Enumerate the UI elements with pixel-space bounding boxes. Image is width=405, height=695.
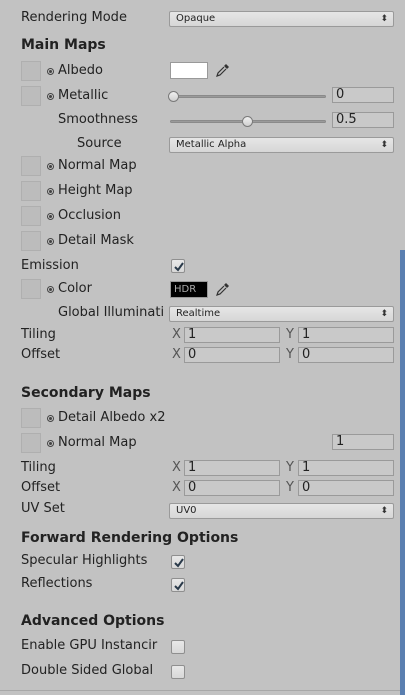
detail-albedo-picker-icon[interactable] [47,415,54,422]
rendering-mode-dropdown[interactable]: Opaque ⬍ [169,11,394,27]
gpu-instancing-checkbox[interactable] [171,640,185,654]
height-map-label: Height Map [58,183,133,198]
color-label: Color [58,281,92,296]
normal-map-picker-icon[interactable] [47,163,54,170]
secondary-normal-map-scale-field[interactable]: 1 [332,434,394,450]
double-sided-gi-label: Double Sided Global [21,663,154,678]
emission-label: Emission [21,258,79,273]
specular-highlights-label: Specular Highlights [21,553,148,568]
detail-mask-picker-icon[interactable] [47,238,54,245]
metallic-slider-track[interactable] [170,95,326,98]
offset-x-axis-label: X [172,347,181,362]
secondary-tiling-y-field[interactable]: 1 [298,460,394,476]
secondary-tiling-x-axis-label: X [172,460,181,475]
tiling-x-field[interactable]: 1 [184,327,280,343]
smoothness-slider-thumb[interactable] [242,116,253,127]
secondary-normal-map-texture-slot[interactable] [21,433,41,453]
source-label: Source [77,136,122,151]
tiling-y-axis-label: Y [286,327,294,342]
smoothness-label: Smoothness [58,112,138,127]
tiling-label: Tiling [21,327,56,342]
checkmark-icon [174,262,184,272]
albedo-texture-slot[interactable] [21,61,41,81]
height-map-picker-icon[interactable] [47,188,54,195]
secondary-offset-y-axis-label: Y [286,480,294,495]
occlusion-label: Occlusion [58,208,121,223]
dropdown-arrow-icon: ⬍ [380,309,388,319]
source-dropdown[interactable]: Metallic Alpha ⬍ [169,137,394,153]
detail-mask-label: Detail Mask [58,233,134,248]
albedo-picker-icon[interactable] [47,68,54,75]
source-value: Metallic Alpha [176,139,247,150]
uv-set-label: UV Set [21,501,65,516]
dropdown-arrow-icon: ⬍ [380,14,388,24]
detail-albedo-label: Detail Albedo x2 [58,410,166,425]
secondary-offset-label: Offset [21,480,61,495]
offset-label: Offset [21,347,61,362]
secondary-tiling-label: Tiling [21,460,56,475]
rendering-mode-label: Rendering Mode [21,10,127,25]
emission-checkbox[interactable] [171,259,185,273]
advanced-options-heading: Advanced Options [21,613,165,629]
hdr-label: HDR [174,284,197,295]
metallic-picker-icon[interactable] [47,93,54,100]
height-map-texture-slot[interactable] [21,181,41,201]
checkmark-icon [174,558,184,568]
metallic-label: Metallic [58,88,109,103]
albedo-color-swatch[interactable] [170,62,208,79]
emission-color-swatch[interactable]: HDR [170,281,208,298]
eyedropper-icon[interactable] [215,281,231,297]
uv-set-dropdown[interactable]: UV0 ⬍ [169,503,394,519]
detail-mask-texture-slot[interactable] [21,231,41,251]
uv-set-value: UV0 [176,505,197,516]
secondary-tiling-x-field[interactable]: 1 [184,460,280,476]
color-picker-icon[interactable] [47,286,54,293]
secondary-maps-heading: Secondary Maps [21,385,151,401]
dropdown-arrow-icon: ⬍ [380,506,388,516]
gpu-instancing-label: Enable GPU Instancir [21,638,158,653]
specular-highlights-checkbox[interactable] [171,555,185,569]
secondary-offset-x-axis-label: X [172,480,181,495]
albedo-label: Albedo [58,63,103,78]
secondary-tiling-y-axis-label: Y [286,460,294,475]
bottom-divider [0,690,405,691]
double-sided-gi-checkbox[interactable] [171,665,185,679]
offset-y-field[interactable]: 0 [298,347,394,363]
tiling-x-axis-label: X [172,327,181,342]
secondary-normal-map-picker-icon[interactable] [47,440,54,447]
metallic-value-field[interactable]: 0 [332,87,394,103]
tiling-y-field[interactable]: 1 [298,327,394,343]
rendering-mode-value: Opaque [176,13,216,24]
normal-map-label: Normal Map [58,158,137,173]
secondary-offset-y-field[interactable]: 0 [298,480,394,496]
reflections-checkbox[interactable] [171,578,185,592]
normal-map-texture-slot[interactable] [21,156,41,176]
scrollbar-edge[interactable] [400,250,405,695]
global-illumination-label: Global Illuminati [58,305,165,320]
main-maps-heading: Main Maps [21,37,106,53]
secondary-normal-map-label: Normal Map [58,435,137,450]
metallic-texture-slot[interactable] [21,86,41,106]
occlusion-picker-icon[interactable] [47,213,54,220]
smoothness-value-field[interactable]: 0.5 [332,112,394,128]
offset-y-axis-label: Y [286,347,294,362]
dropdown-arrow-icon: ⬍ [380,140,388,150]
global-illumination-value: Realtime [176,308,221,319]
eyedropper-icon[interactable] [215,62,231,78]
occlusion-texture-slot[interactable] [21,206,41,226]
checkmark-icon [174,581,184,591]
global-illumination-dropdown[interactable]: Realtime ⬍ [169,306,394,322]
metallic-slider-thumb[interactable] [168,91,179,102]
detail-albedo-texture-slot[interactable] [21,408,41,428]
reflections-label: Reflections [21,576,93,591]
forward-rendering-heading: Forward Rendering Options [21,530,239,546]
offset-x-field[interactable]: 0 [184,347,280,363]
secondary-offset-x-field[interactable]: 0 [184,480,280,496]
emission-color-texture-slot[interactable] [21,279,41,299]
